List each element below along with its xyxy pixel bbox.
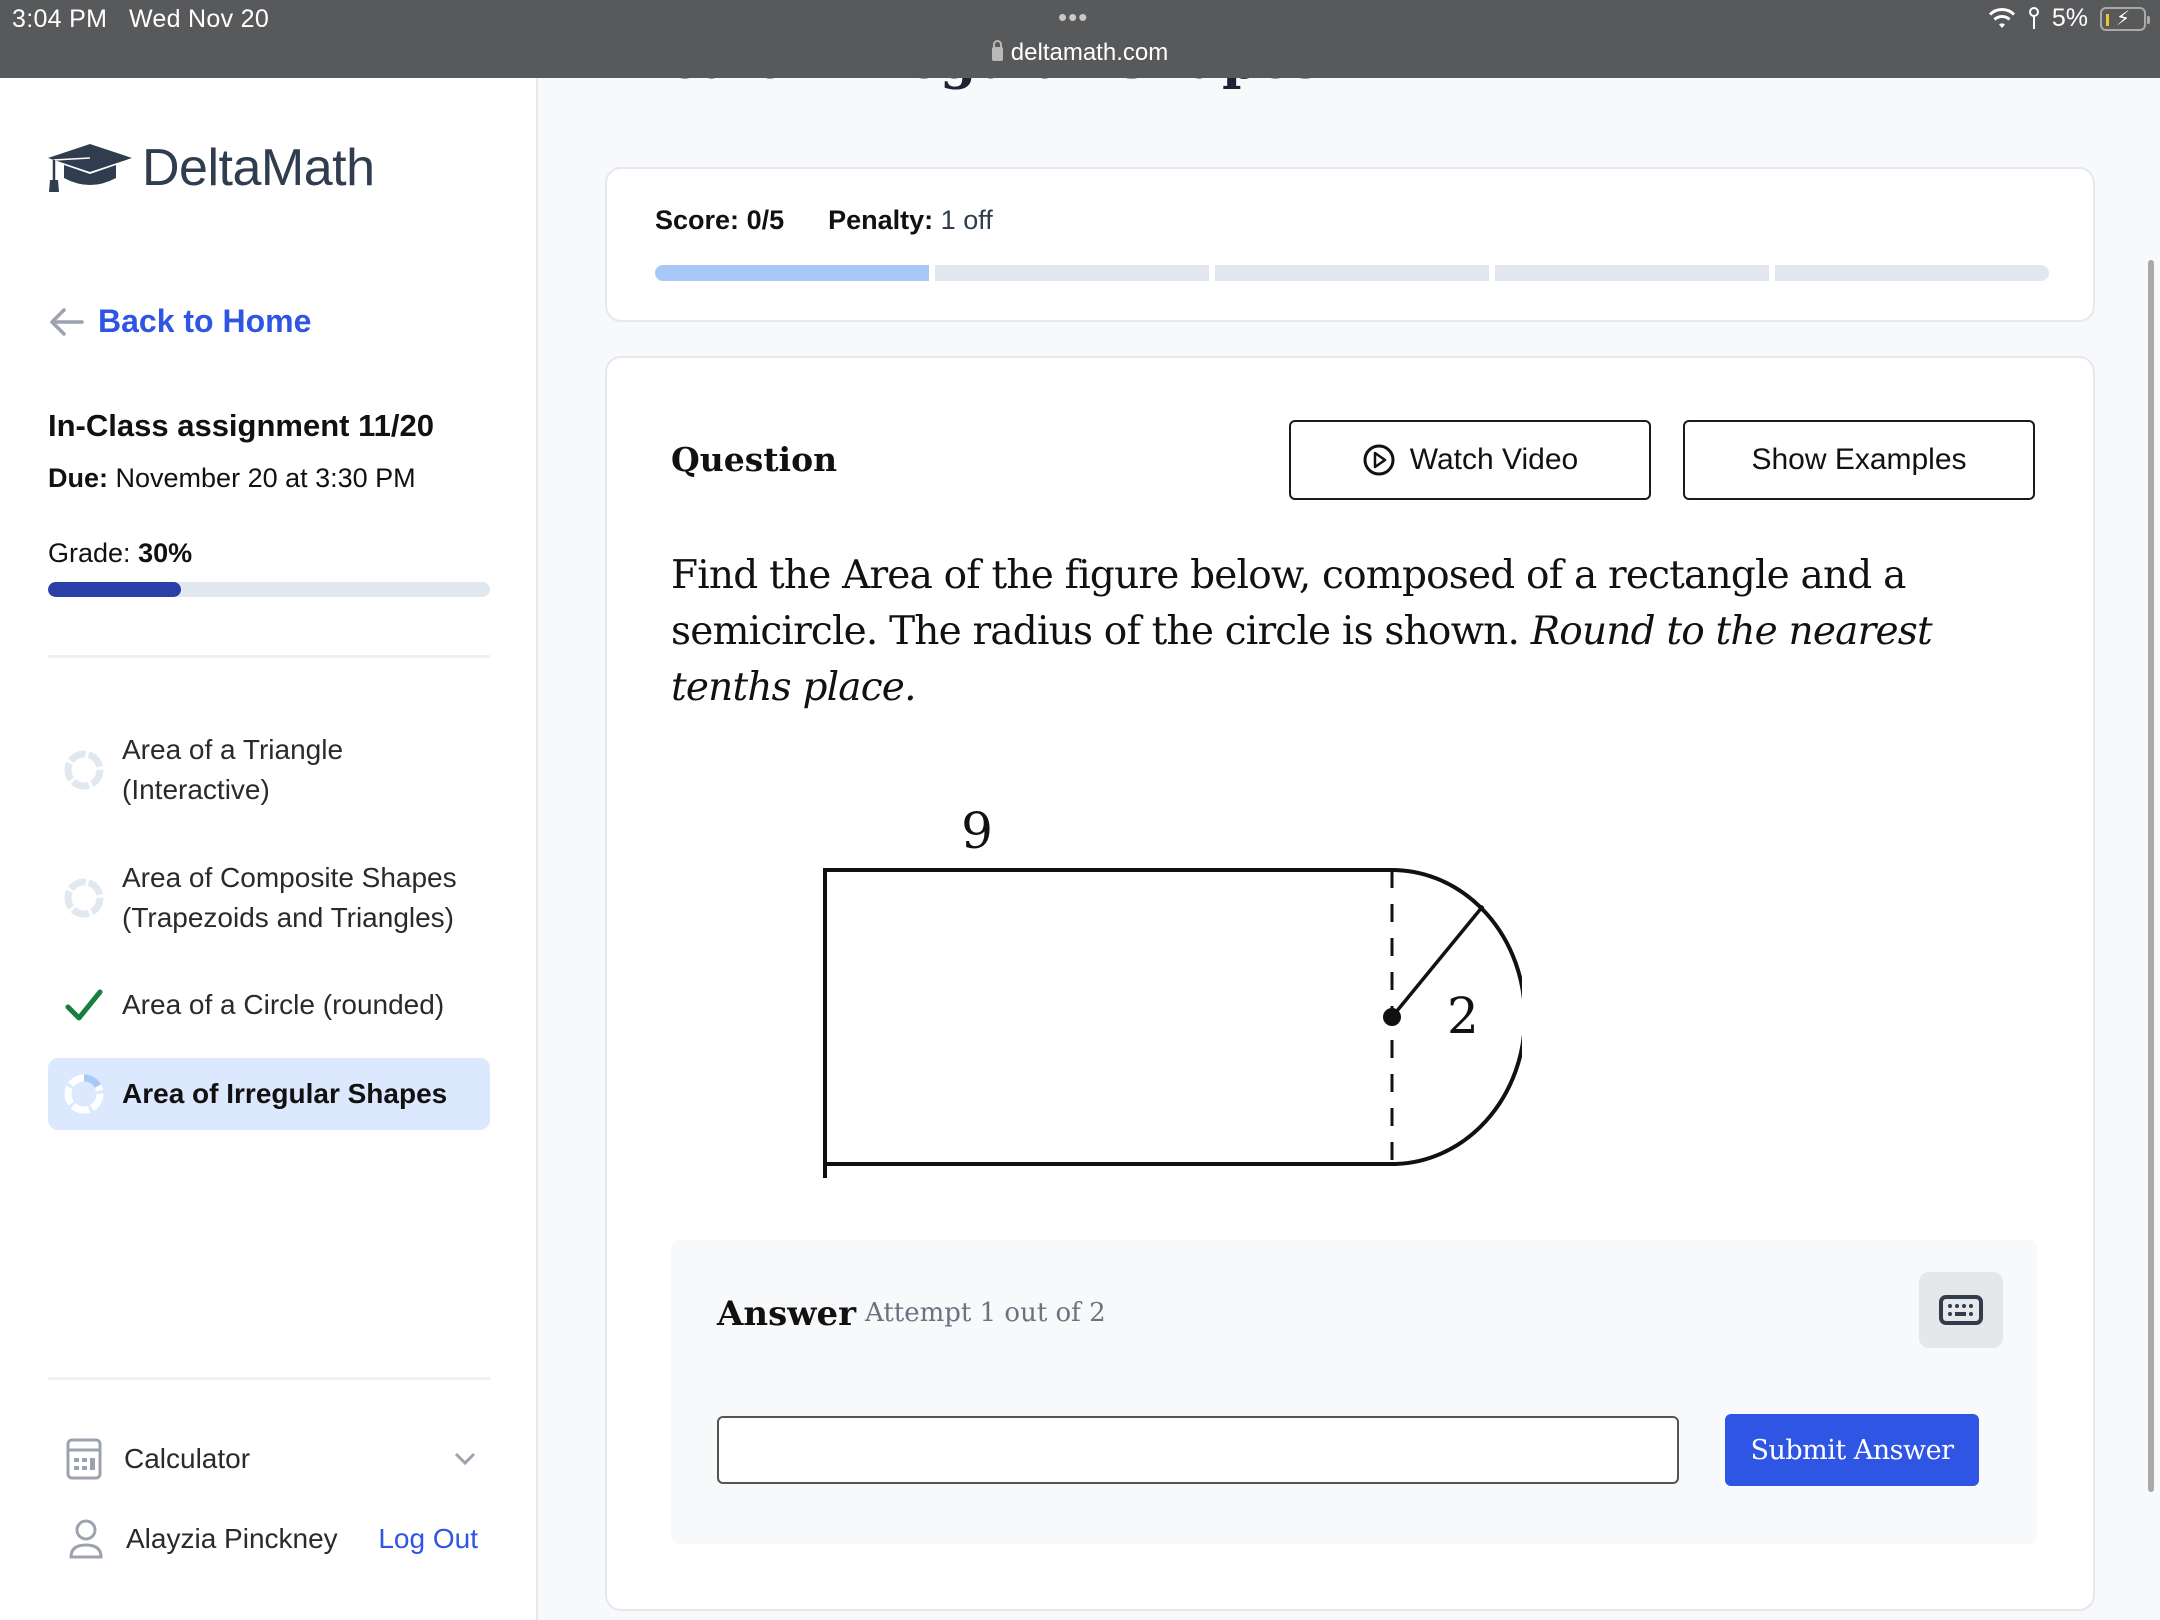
score-value: 0/5	[746, 205, 785, 235]
answer-input[interactable]	[717, 1416, 1679, 1484]
skill-item-area-of-circle[interactable]: Area of a Circle (rounded)	[48, 985, 490, 1025]
location-icon	[2028, 6, 2039, 29]
progress-ring-partial-icon	[64, 1074, 104, 1114]
back-to-home-link[interactable]: Back to Home	[48, 303, 311, 340]
watch-video-label: Watch Video	[1409, 443, 1579, 476]
question-text: Find the Area of the figure below, compo…	[671, 553, 1933, 710]
brand-name: DeltaMath	[142, 139, 375, 197]
skill-label: Area of a Circle (rounded)	[122, 989, 445, 1020]
question-card: Question Watch Video Show Examples Find …	[605, 356, 2095, 1611]
length-label: 9	[961, 802, 993, 860]
logout-link[interactable]: Log Out	[378, 1523, 478, 1555]
battery-percent: 5%	[2051, 4, 2088, 32]
due-date: Due: November 20 at 3:30 PM	[48, 463, 416, 493]
keyboard-toggle-button[interactable]	[1919, 1272, 2003, 1348]
progress-segment	[1215, 265, 1489, 281]
radius-label: 2	[1447, 987, 1479, 1045]
ios-status-bar: 3:04 PM Wed Nov 20 ••• deltamath.com 5% …	[0, 0, 2160, 78]
progress-segment	[935, 265, 1209, 281]
deltamath-logo[interactable]: DeltaMath	[46, 138, 375, 198]
skill-item-area-of-composite-shapes[interactable]: Area of Composite Shapes (Trapezoids and …	[48, 858, 490, 938]
url-bar[interactable]: deltamath.com	[0, 39, 2160, 67]
sidebar-divider	[48, 1377, 490, 1380]
grade-progress-fill	[48, 582, 181, 597]
attempt-counter: Attempt 1 out of 2	[865, 1298, 1106, 1328]
rectangle-outline	[823, 868, 1392, 1178]
battery-charging-icon: ⚡	[2100, 6, 2150, 31]
skill-item-area-of-triangle[interactable]: Area of a Triangle (Interactive)	[48, 730, 490, 810]
show-examples-button[interactable]: Show Examples	[1683, 420, 2035, 500]
skill-label: Area of Composite Shapes (Trapezoids and …	[122, 862, 457, 933]
question-heading: Question	[671, 440, 838, 479]
url-text: deltamath.com	[1010, 39, 1169, 66]
grade-progress-bar	[48, 582, 490, 597]
lock-icon	[991, 40, 1003, 61]
center-point	[1383, 1008, 1401, 1026]
skill-label: Area of a Triangle (Interactive)	[122, 734, 344, 805]
calculator-label: Calculator	[124, 1443, 251, 1474]
play-circle-icon	[1363, 444, 1395, 476]
progress-segment	[1775, 265, 2049, 281]
submit-answer-button[interactable]: Submit Answer	[1725, 1414, 1979, 1486]
skill-item-area-of-irregular-shapes[interactable]: Area of Irregular Shapes	[48, 1058, 490, 1130]
progress-ring-empty-icon	[64, 878, 104, 918]
wifi-icon	[1988, 7, 2015, 28]
graduation-cap-icon	[48, 144, 132, 192]
user-icon	[69, 1519, 103, 1559]
checkmark-icon	[64, 985, 104, 1025]
penalty-value: 1 off	[940, 205, 993, 235]
user-name: Alayzia Pinckney	[126, 1523, 338, 1554]
chevron-down-icon[interactable]	[454, 1452, 476, 1466]
user-row: Alayzia Pinckney Log Out	[68, 1518, 478, 1560]
back-to-home-label: Back to Home	[98, 303, 312, 339]
page-scrollbar[interactable]	[2148, 260, 2154, 1492]
score-line: Score: 0/5 Penalty: 1 off	[655, 205, 993, 235]
watch-video-button[interactable]: Watch Video	[1289, 420, 1651, 500]
score-progress-segments	[655, 265, 2049, 281]
keyboard-icon	[1939, 1295, 1983, 1325]
more-dots-icon[interactable]: •••	[1058, 2, 1088, 33]
grade-text: Grade: 30%	[48, 538, 193, 568]
progress-segment	[1495, 265, 1769, 281]
calculator-icon	[66, 1438, 102, 1480]
status-indicators: 5% ⚡	[1988, 4, 2150, 33]
score-card: Score: 0/5 Penalty: 1 off	[605, 167, 2095, 322]
composite-figure: 9 2	[823, 802, 1522, 1178]
sidebar-divider	[48, 655, 490, 658]
answer-label: Answer	[717, 1294, 857, 1334]
assignment-title: In-Class assignment 11/20	[48, 408, 434, 443]
progress-segment	[655, 265, 929, 281]
answer-section: Answer Attempt 1 out of 2 Submit Answer	[671, 1240, 2037, 1544]
progress-ring-empty-icon	[64, 750, 104, 790]
sidebar: DeltaMath Back to Home In-Class assignme…	[0, 78, 538, 1620]
arrow-left-icon	[50, 307, 84, 336]
status-time: 3:04 PM Wed Nov 20	[12, 5, 270, 33]
calculator-toggle[interactable]: Calculator	[66, 1438, 476, 1480]
skill-label: Area of Irregular Shapes	[122, 1078, 448, 1109]
